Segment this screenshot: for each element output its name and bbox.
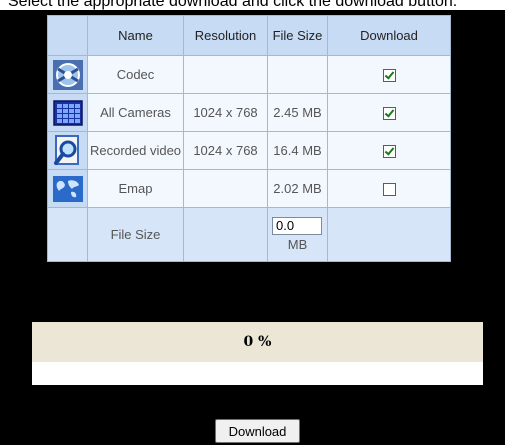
- row-icon-cell: [47, 169, 88, 208]
- total-resolution-cell: [183, 207, 268, 262]
- total-download-cell: [327, 207, 451, 262]
- row-download-cell: [327, 131, 451, 170]
- row-file-size: 2.45 MB: [267, 93, 328, 132]
- row-file-size: 16.4 MB: [267, 131, 328, 170]
- total-icon-cell: [47, 207, 88, 262]
- all-cameras-download-checkbox[interactable]: [382, 107, 396, 121]
- codec-download-checkbox[interactable]: [382, 69, 396, 83]
- row-download-cell: [327, 93, 451, 132]
- progress-percent-text: 0 %: [32, 322, 483, 362]
- download-button[interactable]: Download: [215, 419, 300, 443]
- total-size-unit: MB: [287, 237, 308, 252]
- table-row: Recorded video 1024 x 768 16.4 MB: [47, 131, 451, 170]
- row-name: Recorded video: [87, 131, 184, 170]
- header-file-size: File Size: [267, 15, 328, 56]
- emap-icon: [52, 173, 84, 205]
- table-row: All Cameras 1024 x 768 2.45 MB: [47, 93, 451, 132]
- header-download: Download: [327, 15, 451, 56]
- instruction-text: Select the appropriate download and clic…: [0, 0, 505, 10]
- codec-icon: [52, 59, 84, 91]
- row-resolution: [183, 55, 268, 94]
- header-resolution: Resolution: [183, 15, 268, 56]
- table-header-row: Name Resolution File Size Download: [47, 15, 451, 56]
- row-file-size: 2.02 MB: [267, 169, 328, 208]
- row-resolution: 1024 x 768: [183, 93, 268, 132]
- header-icon-column: [47, 15, 88, 56]
- cameras-grid-icon: [52, 97, 84, 129]
- row-icon-cell: [47, 55, 88, 94]
- row-download-cell: [327, 55, 451, 94]
- row-icon-cell: [47, 131, 88, 170]
- table-row: Emap 2.02 MB: [47, 169, 451, 208]
- download-table: Name Resolution File Size Download Codec: [47, 15, 451, 262]
- total-size-label: File Size: [87, 207, 184, 262]
- row-name: All Cameras: [87, 93, 184, 132]
- recorded-video-download-checkbox[interactable]: [382, 145, 396, 159]
- row-name: Emap: [87, 169, 184, 208]
- row-download-cell: [327, 169, 451, 208]
- header-name: Name: [87, 15, 184, 56]
- row-name: Codec: [87, 55, 184, 94]
- progress-bar-track: [32, 362, 483, 385]
- total-size-row: File Size MB: [47, 207, 451, 262]
- table-row: Codec: [47, 55, 451, 94]
- row-resolution: [183, 169, 268, 208]
- download-progress: 0 %: [32, 322, 483, 385]
- total-size-input[interactable]: [272, 217, 322, 235]
- row-icon-cell: [47, 93, 88, 132]
- emap-download-checkbox[interactable]: [382, 183, 396, 197]
- row-file-size: [267, 55, 328, 94]
- recorded-video-icon: [52, 134, 84, 167]
- row-resolution: 1024 x 768: [183, 131, 268, 170]
- total-size-cell: MB: [267, 207, 328, 262]
